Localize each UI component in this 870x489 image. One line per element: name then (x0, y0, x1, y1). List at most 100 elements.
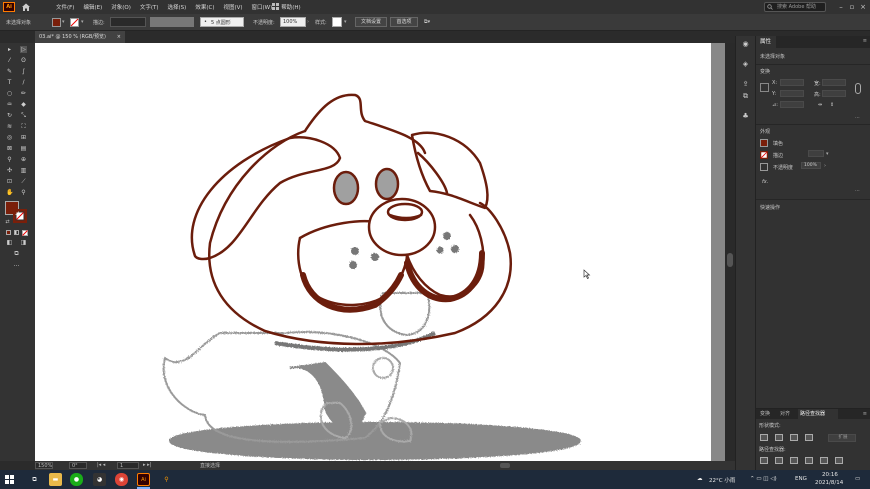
line-tool-icon[interactable]: ∕ (20, 79, 27, 86)
clock-time[interactable]: 20:16 (822, 472, 838, 478)
stroke-weight-field[interactable] (110, 17, 146, 27)
chevron-down-icon[interactable]: ▾ (344, 19, 347, 25)
next-artboard-icon[interactable]: ▸ ▸| (143, 462, 151, 468)
panel-menu-icon[interactable]: ≡ (863, 38, 867, 44)
home-icon[interactable] (21, 2, 31, 12)
x-field[interactable] (780, 79, 804, 86)
variable-width-profile[interactable] (150, 17, 194, 27)
stroke-weight-field[interactable] (808, 150, 824, 157)
chevron-down-icon[interactable]: ▾ (826, 151, 829, 157)
properties-panel-icon[interactable]: ◉ (741, 40, 750, 49)
menu-help[interactable]: 帮助(H) (281, 3, 300, 11)
fill-swatch[interactable] (52, 18, 61, 27)
grid-icon[interactable] (272, 3, 280, 11)
rotate-tool-icon[interactable]: ↻ (6, 112, 13, 119)
curvature-tool-icon[interactable]: ∫ (20, 68, 27, 75)
artboards-panel-icon[interactable]: ⧉ (741, 92, 750, 101)
arrange-icon[interactable]: ⧉▾ (424, 19, 430, 25)
qq-icon[interactable]: ◕ (93, 473, 106, 486)
perspective-grid-icon[interactable]: ⊞ (20, 134, 27, 141)
eyedropper-icon[interactable]: ⚲ (6, 156, 13, 163)
close-tab-icon[interactable]: × (117, 31, 121, 43)
scale-tool-icon[interactable]: ⤡ (20, 112, 27, 119)
mesh-tool-icon[interactable]: ⊠ (6, 145, 13, 152)
scrollbar-thumb[interactable] (727, 253, 733, 267)
slice-tool-icon[interactable]: ⟋ (20, 178, 27, 185)
free-transform-icon[interactable]: ⛶ (20, 123, 27, 130)
wechat-icon[interactable]: ● (70, 473, 83, 486)
layers-panel-icon[interactable]: ◈ (741, 60, 750, 69)
artboard-number-field[interactable]: 1 (117, 462, 139, 469)
paintbrush-tool-icon[interactable]: ♒ (6, 101, 13, 108)
minus-front-button[interactable] (775, 434, 783, 441)
close-window-button[interactable]: × (858, 2, 868, 12)
vertical-scrollbar[interactable] (725, 43, 735, 461)
clock-date[interactable]: 2021/8/14 (815, 480, 843, 486)
intersect-button[interactable] (790, 434, 798, 441)
stroke-swatch[interactable] (70, 18, 79, 27)
direct-selection-tool-icon[interactable]: ▷ (20, 46, 27, 53)
dog-artwork[interactable] (35, 43, 711, 461)
lasso-icon[interactable]: ʘ (20, 57, 27, 64)
pen-tool-icon[interactable]: ✎ (6, 68, 13, 75)
illustrator-taskbar-icon[interactable]: Ai (137, 473, 150, 486)
menu-view[interactable]: 视图(V) (223, 3, 242, 11)
language-indicator[interactable]: ENG (795, 476, 807, 482)
fill-swatch-panel[interactable] (760, 139, 768, 147)
chevron-down-icon[interactable]: ▾ (81, 19, 84, 25)
reference-point-icon[interactable] (760, 83, 769, 92)
search-input[interactable]: 搜索 Adobe 帮助 (764, 2, 826, 12)
gradient-mode-icon[interactable] (14, 230, 19, 235)
document-tab[interactable]: 03.ai* @ 150 % (RGB/预览) × (35, 31, 125, 43)
prev-artboard-icon[interactable]: |◂ ◂ (97, 462, 105, 468)
file-explorer-icon[interactable]: ▬ (49, 473, 62, 486)
brush-definition-dropdown[interactable]: • 5 点圆形 (200, 17, 244, 27)
menu-type[interactable]: 文字(T) (140, 3, 159, 11)
more-options-icon[interactable]: ⋯ (855, 115, 860, 121)
libraries-panel-icon[interactable]: ⇪ (741, 80, 750, 89)
notification-icon[interactable]: ▭ (855, 476, 860, 482)
shape-builder-icon[interactable]: ◎ (6, 134, 13, 141)
hand-tool-icon[interactable]: ✋ (6, 189, 13, 196)
properties-tab[interactable]: 属性 (756, 36, 776, 48)
chevron-right-icon[interactable]: › (824, 163, 826, 169)
stroke-color-large[interactable] (13, 209, 27, 223)
canvas-area[interactable] (35, 43, 725, 461)
expand-button[interactable]: 扩展 (828, 434, 856, 442)
tab-transform[interactable]: 变换 (760, 409, 770, 419)
menu-edit[interactable]: 编辑(E) (83, 3, 102, 11)
style-swatch[interactable] (332, 17, 342, 27)
y-field[interactable] (780, 90, 804, 97)
artboard-tool-icon[interactable]: ⊡ (6, 178, 13, 185)
merge-button[interactable] (790, 457, 798, 464)
draw-normal-icon[interactable]: ◧ (6, 239, 13, 246)
none-mode-icon[interactable] (22, 230, 28, 236)
menu-window[interactable]: 窗口(W) (252, 3, 273, 11)
stroke-swatch-panel[interactable] (760, 151, 768, 159)
swap-colors-icon[interactable]: ⇄ (4, 219, 11, 226)
preferences-button[interactable]: 首选项 (390, 17, 418, 27)
minimize-button[interactable]: – (836, 2, 846, 12)
fx-icon[interactable]: fx. (762, 179, 768, 185)
tray-icons[interactable]: ⌃ ▭ ◫ ◁) (750, 476, 777, 482)
task-view-icon[interactable]: ⧉ (28, 473, 41, 486)
screen-mode-icon[interactable]: ⧉ (13, 250, 20, 257)
artboard[interactable] (35, 43, 711, 461)
graph-tool-icon[interactable]: ▥ (20, 167, 27, 174)
menu-effect[interactable]: 效果(C) (195, 3, 214, 11)
gradient-tool-icon[interactable]: ▤ (20, 145, 27, 152)
chevron-down-icon[interactable]: ▾ (62, 19, 65, 25)
flip-horizontal-icon[interactable]: ⇹ (818, 102, 822, 108)
exclude-button[interactable] (805, 434, 813, 441)
constrain-proportions-icon[interactable] (855, 83, 861, 94)
magic-wand-icon[interactable]: ⁄ (6, 57, 13, 64)
opacity-field[interactable]: 100% (801, 162, 821, 169)
selection-tool-icon[interactable]: ▸ (6, 46, 13, 53)
type-tool-icon[interactable]: T (6, 79, 13, 86)
menu-select[interactable]: 选择(S) (168, 3, 187, 11)
minus-back-button[interactable] (835, 457, 843, 464)
menu-object[interactable]: 对象(O) (111, 3, 131, 11)
opacity-field[interactable]: 100% (280, 17, 306, 27)
rotation-field[interactable]: 0° (69, 462, 87, 469)
menu-file[interactable]: 文件(F) (56, 3, 74, 11)
